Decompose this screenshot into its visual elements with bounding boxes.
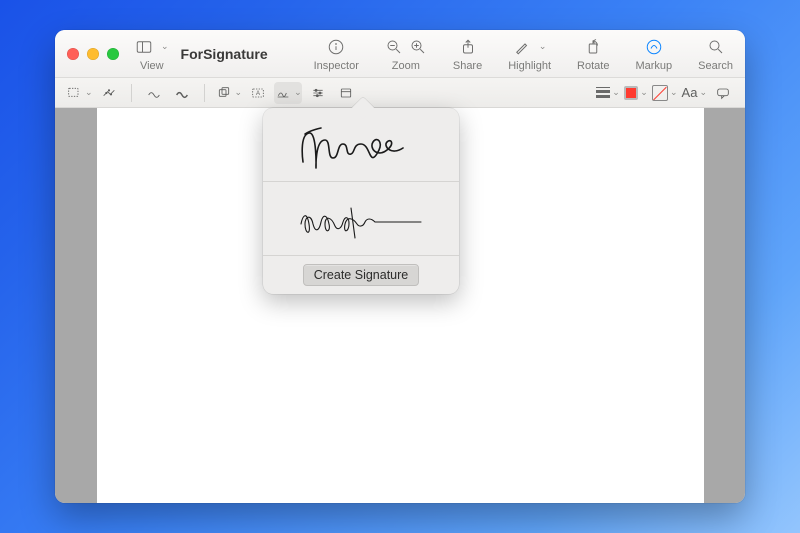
signature-preview-icon [291,194,431,244]
document-title: ForSignature [181,46,268,62]
view-label: View [140,60,164,72]
close-window-button[interactable] [67,48,79,60]
chevron-down-icon: ⌄ [85,87,93,98]
highlight-label: Highlight [508,60,551,72]
markup-icon [645,38,663,56]
chevron-down-icon: ⌄ [539,41,547,52]
view-menu[interactable]: ⌄ View [135,36,169,72]
lines-icon [596,87,610,99]
window-controls [67,48,119,60]
text-style-tool[interactable]: Aa⌄ [682,82,707,104]
signature-preview-icon [291,120,431,170]
rotate-icon [584,38,602,56]
separator [131,84,132,102]
markup-button[interactable]: Markup [635,36,672,72]
text-tool[interactable]: A [246,82,270,104]
color-swatch-icon [624,86,638,100]
chevron-down-icon: ⌄ [235,87,243,98]
sketch-tool[interactable] [142,82,166,104]
create-signature-button[interactable]: Create Signature [303,264,420,286]
highlight-button[interactable]: ⌄ Highlight [508,36,551,72]
shapes-tool[interactable]: ⌄ [215,82,243,104]
search-button[interactable]: Search [698,36,733,72]
fill-color-tool[interactable]: ⌄ [652,82,678,104]
separator [204,84,205,102]
zoom-in-icon[interactable] [409,38,427,56]
highlighter-icon [513,38,531,56]
info-icon [327,38,345,56]
signature-option-2[interactable] [263,182,459,256]
search-label: Search [698,60,733,72]
crop-tool[interactable] [334,82,358,104]
rotate-label: Rotate [577,60,609,72]
markup-label: Markup [635,60,672,72]
chevron-down-icon: ⌄ [670,87,678,98]
chevron-down-icon: ⌄ [294,87,302,98]
signature-popover-footer: Create Signature [263,256,459,294]
zoom-out-icon[interactable] [385,38,403,56]
zoom-controls: Zoom [385,36,427,72]
line-style-tool[interactable]: ⌄ [596,82,620,104]
sidebar-icon [135,38,153,56]
inspector-label: Inspector [314,60,359,72]
no-fill-icon [652,85,668,101]
signature-popover: Create Signature [263,108,459,294]
titlebar: ⌄ View ForSignature Inspector Zoom [55,30,745,78]
selection-tool[interactable]: ⌄ [65,82,93,104]
search-icon [707,38,725,56]
markup-toolbar: ⌄ ⌄ A ⌄ ⌄ ⌄ [55,78,745,108]
inspector-button[interactable]: Inspector [314,36,359,72]
rotate-button[interactable]: Rotate [577,36,609,72]
sign-tool[interactable]: ⌄ [274,82,302,104]
minimize-window-button[interactable] [87,48,99,60]
chevron-down-icon: ⌄ [612,87,620,98]
adjust-color-tool[interactable] [306,82,330,104]
chevron-down-icon: ⌄ [640,87,648,98]
svg-text:A: A [256,91,260,97]
zoom-label: Zoom [392,60,420,72]
share-label: Share [453,60,482,72]
draw-tool[interactable] [170,82,194,104]
share-icon [459,38,477,56]
chevron-down-icon: ⌄ [699,87,707,98]
signature-option-1[interactable] [263,108,459,182]
chevron-down-icon: ⌄ [161,41,169,52]
annotate-tool[interactable] [711,82,735,104]
instant-alpha-tool[interactable] [97,82,121,104]
fullscreen-window-button[interactable] [107,48,119,60]
share-button[interactable]: Share [453,36,482,72]
border-color-tool[interactable]: ⌄ [624,82,648,104]
text-style-label: Aa [682,85,698,100]
